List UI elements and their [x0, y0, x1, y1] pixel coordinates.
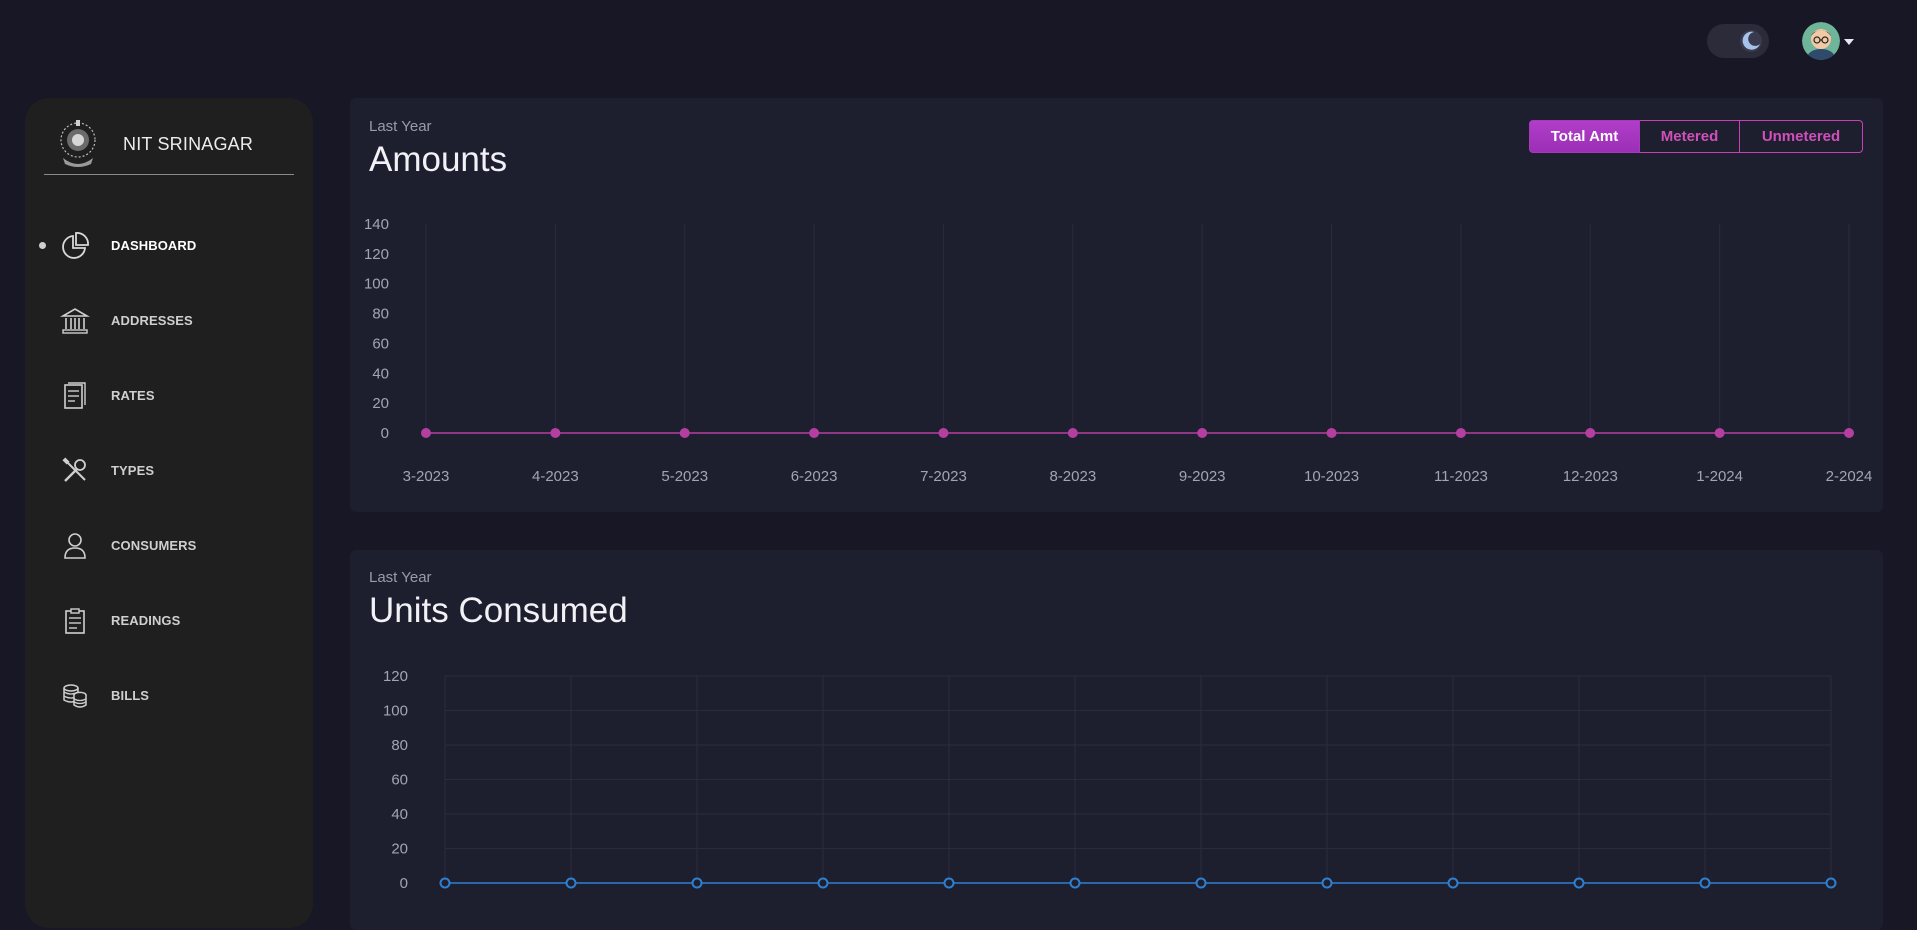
x-tick-label: 11-2023 — [1434, 468, 1488, 485]
brand-name: NIT SRINAGAR — [123, 133, 254, 154]
user-icon — [64, 532, 86, 559]
y-tick-label: 100 — [364, 276, 389, 293]
y-tick-label: 40 — [391, 806, 408, 823]
x-tick-label: 4-2023 — [532, 468, 579, 485]
data-point[interactable] — [1067, 428, 1078, 438]
theme-toggle[interactable] — [1707, 24, 1769, 58]
data-point[interactable] — [817, 877, 829, 889]
data-point[interactable] — [1326, 428, 1337, 438]
x-tick-label: 1-2024 — [1696, 468, 1743, 485]
x-tick-label: 8-2023 — [1049, 468, 1096, 485]
units-chart: 0 20 40 60 80 100 120 — [383, 668, 1837, 892]
sidebar-item-bills[interactable]: BILLS — [25, 658, 313, 733]
x-tick-label: 9-2023 — [1179, 468, 1226, 485]
sidebar-item-dashboard[interactable]: DASHBOARD — [25, 208, 313, 283]
x-tick-label: 6-2023 — [791, 468, 838, 485]
nit-logo-icon — [60, 120, 96, 167]
data-point[interactable] — [691, 877, 703, 889]
sidebar-item-label: READINGS — [111, 613, 181, 628]
data-point[interactable] — [679, 428, 690, 438]
divider — [44, 174, 294, 175]
y-tick-label: 20 — [372, 395, 389, 412]
sidebar-item-readings[interactable]: READINGS — [25, 583, 313, 658]
data-point[interactable] — [1699, 877, 1711, 889]
data-point[interactable] — [439, 877, 451, 889]
amounts-card: Last Year Amounts Total Amt Metered Unme… — [350, 98, 1883, 512]
y-tick-label: 60 — [372, 335, 389, 352]
data-point[interactable] — [1321, 877, 1333, 889]
sidebar-item-label: DASHBOARD — [111, 238, 197, 253]
sidebar-item-label: ADDRESSES — [111, 313, 193, 328]
y-tick-label: 140 — [364, 216, 389, 233]
y-tick-label: 60 — [391, 772, 408, 789]
data-point[interactable] — [565, 877, 577, 889]
sidebar-item-label: BILLS — [111, 688, 150, 703]
sidebar-item-label: RATES — [111, 388, 155, 403]
user-menu[interactable] — [1802, 22, 1854, 60]
data-point[interactable] — [1197, 428, 1208, 438]
y-tick-label: 120 — [364, 246, 389, 263]
data-point[interactable] — [421, 428, 431, 438]
data-point[interactable] — [1573, 877, 1585, 889]
amounts-chart: 0 20 40 60 80 100 120 140 3-2023 4-2023 5-2023 6-20… — [364, 216, 1873, 485]
x-tick-label: 12-2023 — [1563, 468, 1618, 485]
user-avatar-icon — [1802, 22, 1840, 60]
sidebar-item-label: TYPES — [111, 463, 155, 478]
y-tick-label: 80 — [372, 306, 389, 323]
data-point[interactable] — [1825, 877, 1837, 889]
y-tick-label: 40 — [372, 365, 389, 382]
data-point[interactable] — [1585, 428, 1596, 438]
sidebar-item-consumers[interactable]: CONSUMERS — [25, 508, 313, 583]
units-card: Last Year Units Consumed 0 20 40 60 80 100 120 — [350, 550, 1883, 930]
sidebar-item-addresses[interactable]: ADDRESSES — [25, 283, 313, 358]
sidebar-item-label: CONSUMERS — [111, 538, 197, 553]
data-point[interactable] — [809, 428, 820, 438]
document-icon — [64, 381, 86, 409]
data-point[interactable] — [1195, 877, 1207, 889]
data-point[interactable] — [943, 877, 955, 889]
x-tick-label: 2-2024 — [1826, 468, 1873, 485]
data-point[interactable] — [938, 428, 949, 438]
data-point[interactable] — [1447, 877, 1459, 889]
x-tick-label: 3-2023 — [403, 468, 450, 485]
brand: NIT SRINAGAR — [55, 118, 253, 170]
y-tick-label: 0 — [400, 875, 408, 892]
tools-icon — [62, 456, 86, 482]
data-point[interactable] — [1069, 877, 1081, 889]
sidebar-nav: DASHBOARD ADDRESSES RATES TYPES CONSUMER… — [25, 208, 313, 733]
sidebar-item-types[interactable]: TYPES — [25, 433, 313, 508]
x-tick-label: 5-2023 — [661, 468, 708, 485]
x-tick-label: 7-2023 — [920, 468, 967, 485]
y-tick-label: 120 — [383, 668, 408, 685]
y-tick-label: 20 — [391, 841, 408, 858]
data-point[interactable] — [1714, 428, 1725, 438]
sidebar-item-rates[interactable]: RATES — [25, 358, 313, 433]
data-point[interactable] — [1844, 428, 1854, 438]
clipboard-icon — [65, 607, 85, 634]
avatar[interactable] — [1802, 22, 1840, 60]
coins-icon — [63, 683, 87, 708]
data-point[interactable] — [550, 428, 561, 438]
y-tick-label: 80 — [391, 737, 408, 754]
data-point[interactable] — [1455, 428, 1466, 438]
y-tick-label: 0 — [381, 425, 389, 442]
bank-icon — [60, 307, 90, 334]
moon-icon — [1740, 30, 1762, 52]
x-tick-label: 10-2023 — [1304, 468, 1359, 485]
active-indicator — [39, 242, 46, 249]
chevron-down-icon[interactable] — [1844, 39, 1854, 45]
pie-chart-icon — [62, 231, 89, 259]
sidebar: NIT SRINAGAR DASHBOARD ADDRESSES RATES T… — [25, 98, 313, 928]
y-tick-label: 100 — [383, 703, 408, 720]
